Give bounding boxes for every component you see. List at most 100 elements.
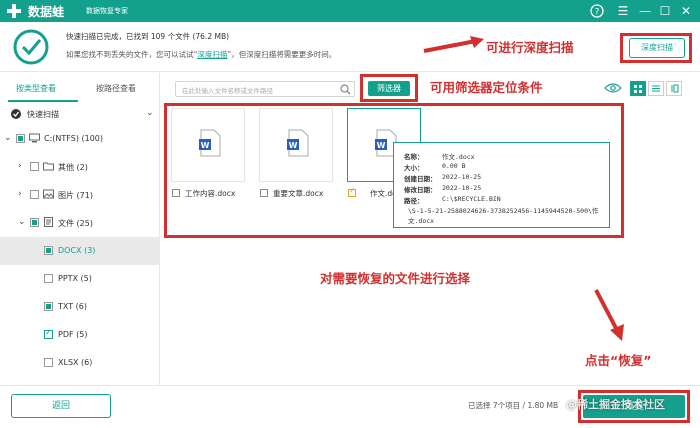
annotation-deep-scan: 可进行深度扫描 — [486, 40, 574, 55]
checkbox[interactable] — [30, 162, 39, 171]
list-view-button[interactable] — [648, 81, 664, 96]
tree-pictures[interactable]: › 图片 (71) — [0, 181, 160, 209]
chevron-down-icon[interactable]: ⌄ — [4, 133, 12, 143]
word-doc-icon: W — [199, 129, 221, 157]
svg-text:W: W — [289, 141, 298, 150]
file-name: 重要文章.docx — [273, 189, 324, 198]
tab-active-indicator — [8, 100, 78, 102]
scan-status-header: 快速扫描已完成，已找到 109 个文件 (76.2 MB) 如果您找不到丢失的文… — [0, 22, 700, 72]
drive-icon — [29, 133, 40, 143]
minimize-icon[interactable]: — — [636, 2, 654, 20]
checkbox[interactable] — [44, 328, 53, 339]
tooltip-size-key: 大小： — [404, 164, 424, 172]
selection-summary: 已选择 7个项目 / 1.80 MB — [468, 401, 559, 410]
document-icon — [44, 217, 53, 227]
chevron-right-icon[interactable]: › — [18, 161, 22, 171]
annotation-arrow-restore — [594, 289, 624, 341]
grid-view-button[interactable] — [630, 81, 646, 96]
svg-text:W: W — [377, 141, 386, 150]
checkbox[interactable] — [30, 218, 39, 227]
annotation-select: 对需要恢复的文件进行选择 — [320, 271, 471, 286]
svg-text:W: W — [201, 141, 210, 150]
checkbox[interactable] — [30, 190, 39, 199]
tree-label: TXT (6) — [58, 302, 87, 311]
menu-icon[interactable]: ☰ — [614, 2, 632, 20]
tree-txt[interactable]: TXT (6) — [0, 293, 160, 321]
tooltip-name-value: 作文.docx — [442, 153, 475, 161]
scan-complete-icon — [13, 29, 49, 65]
tab-by-path[interactable]: 按路径查看 — [96, 83, 136, 94]
deep-scan-button[interactable]: 深度扫描 — [629, 38, 685, 58]
checkbox[interactable] — [16, 134, 25, 143]
app-tagline: 数据恢复专家 — [86, 7, 128, 15]
checkbox[interactable] — [44, 358, 53, 367]
tree-drive-c[interactable]: ⌄ C:(NTFS) (100) — [0, 125, 160, 153]
deep-scan-link[interactable]: 深度扫描 — [197, 50, 227, 59]
tree-label: PPTX (5) — [58, 274, 92, 283]
app-logo-icon — [7, 4, 21, 18]
tree-documents[interactable]: ⌄ 文件 (25) — [0, 209, 160, 237]
folder-icon — [43, 162, 54, 171]
scan-hint-text: 如果您找不到丢失的文件，您可以试试“深度扫描”，但深度扫描将需要更多时间。 — [66, 49, 336, 60]
search-input[interactable]: 在此处输入文件名称或文件路径 — [175, 81, 355, 97]
tab-by-type[interactable]: 按类型查看 — [16, 83, 56, 94]
tooltip-modified-key: 修改日期： — [404, 186, 437, 194]
annotation-restore: 点击“恢复” — [585, 353, 652, 368]
checkbox[interactable] — [44, 246, 53, 255]
detail-view-button[interactable] — [666, 81, 682, 96]
file-checkbox[interactable] — [260, 189, 268, 197]
back-button[interactable]: 返回 — [11, 394, 111, 418]
tree-other[interactable]: › 其他 (2) — [0, 153, 160, 181]
tooltip-created-value: 2022-10-25 — [442, 173, 482, 181]
tree-label: 文件 (25) — [58, 219, 93, 228]
file-card[interactable]: W — [171, 108, 245, 182]
check-badge-icon — [11, 109, 21, 119]
grid-icon — [634, 85, 642, 93]
tree-label: DOCX (3) — [58, 246, 96, 255]
eye-icon[interactable] — [604, 82, 622, 94]
tooltip-path-line2: \S-1-5-21-2588024626-3738252456-11459445… — [408, 207, 599, 215]
tree-quick-scan[interactable]: 快速扫描 ⌄ — [0, 103, 160, 125]
file-checkbox[interactable] — [172, 189, 180, 197]
tree-label: PDF (5) — [58, 330, 88, 339]
file-card[interactable]: W — [259, 108, 333, 182]
tree-pdf[interactable]: PDF (5) — [0, 321, 160, 349]
watermark: @稀土掘金技术社区 — [566, 398, 665, 411]
help-icon[interactable]: ? — [588, 2, 606, 20]
svg-text:?: ? — [595, 8, 600, 18]
chevron-down-icon[interactable]: ⌄ — [18, 217, 26, 227]
filter-button[interactable]: 筛选器 — [368, 81, 410, 96]
tooltip-path-key: 路径： — [404, 197, 424, 205]
close-icon[interactable]: ✕ — [677, 2, 695, 20]
detail-icon — [671, 84, 679, 93]
title-bar: 数据蛙 数据恢复专家 ? ☰ — ☐ ✕ — [0, 0, 700, 22]
search-icon[interactable] — [340, 84, 351, 95]
chevron-right-icon[interactable]: › — [18, 189, 22, 199]
tree-label: 快速扫描 — [27, 110, 59, 119]
tree-label: 其他 (2) — [58, 163, 88, 172]
tree-docx[interactable]: DOCX (3) — [0, 237, 160, 265]
app-name: 数据蛙 — [28, 5, 65, 19]
scan-result-text: 快速扫描已完成，已找到 109 个文件 (76.2 MB) — [66, 32, 230, 41]
tree-label: 图片 (71) — [58, 191, 93, 200]
tooltip-name-key: 名称： — [404, 153, 424, 161]
chevron-down-icon[interactable]: ⌄ — [146, 108, 154, 118]
tree-label: C:(NTFS) (100) — [44, 134, 103, 143]
file-checkbox[interactable] — [348, 186, 356, 197]
word-doc-icon: W — [287, 129, 309, 157]
tree-pptx[interactable]: PPTX (5) — [0, 265, 160, 293]
scan-hint-prefix: 如果您找不到丢失的文件，您可以试试“ — [66, 50, 198, 59]
tooltip-size-value: 0.00 B — [442, 162, 466, 170]
tooltip-modified-value: 2022-10-25 — [442, 184, 482, 192]
list-icon — [652, 85, 660, 92]
annotation-filter: 可用筛选器定位条件 — [430, 80, 543, 95]
maximize-icon[interactable]: ☐ — [656, 2, 674, 20]
checkbox[interactable] — [44, 302, 53, 311]
file-name: 工作内容.docx — [185, 189, 236, 198]
annotation-arrow-deep-scan — [423, 36, 484, 53]
search-placeholder: 在此处输入文件名称或文件路径 — [182, 87, 273, 95]
image-icon — [43, 189, 54, 199]
tooltip-path-value: C:\$RECYCLE.BIN — [442, 195, 501, 203]
checkbox[interactable] — [44, 274, 53, 283]
tree-xlsx[interactable]: XLSX (6) — [0, 349, 160, 377]
